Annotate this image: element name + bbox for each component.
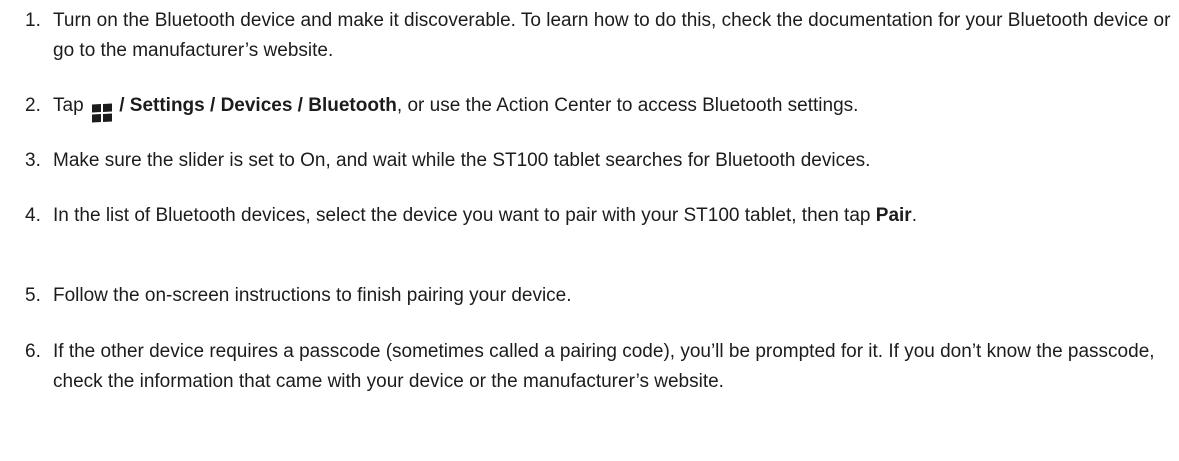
list-item-step-2: 2. Tap / Settings / Devices / Bluetooth,…	[0, 91, 1179, 123]
list-item-step-4: 4. In the list of Bluetooth devices, sel…	[0, 201, 1179, 231]
step-text-main: In the list of Bluetooth devices, select…	[53, 205, 876, 226]
step-text-post: , or use the Action Center to access Blu…	[396, 95, 859, 116]
step-text: Follow the on-screen instructions to fin…	[53, 285, 572, 306]
path-separator: /	[292, 95, 309, 116]
step-text-pre: Tap	[53, 95, 84, 116]
step-text: Tap / Settings / Devices / Bluetooth, or…	[53, 91, 1179, 123]
path-devices: Devices	[220, 95, 293, 116]
pair-label: Pair	[875, 205, 912, 226]
step-text: Turn on the Bluetooth device and make it…	[53, 10, 1171, 61]
step-text: Make sure the slider is set to On, and w…	[53, 150, 871, 171]
step-number: 2.	[25, 95, 41, 116]
step-text: If the other device requires a passcode …	[53, 341, 1155, 392]
path-separator: /	[113, 95, 130, 116]
instruction-list: 1. Turn on the Bluetooth device and make…	[0, 0, 1179, 461]
list-item-step-6: 6. If the other device requires a passco…	[0, 337, 1179, 397]
list-item-step-3: 3. Make sure the slider is set to On, an…	[0, 146, 1179, 176]
list-item-step-1: 1. Turn on the Bluetooth device and make…	[0, 6, 1179, 66]
step-number: 5.	[25, 285, 41, 306]
path-settings: Settings	[129, 95, 205, 116]
step-number: 6.	[25, 341, 41, 362]
list-item-step-5: 5. Follow the on-screen instructions to …	[0, 281, 1179, 311]
path-bluetooth: Bluetooth	[308, 95, 397, 116]
windows-start-icon	[91, 103, 112, 123]
step-number: 1.	[25, 10, 41, 31]
path-separator: /	[204, 95, 221, 116]
step-number: 3.	[25, 150, 41, 171]
step-text-post: .	[911, 205, 917, 226]
step-number: 4.	[25, 205, 41, 226]
step-text: In the list of Bluetooth devices, select…	[53, 201, 1179, 231]
